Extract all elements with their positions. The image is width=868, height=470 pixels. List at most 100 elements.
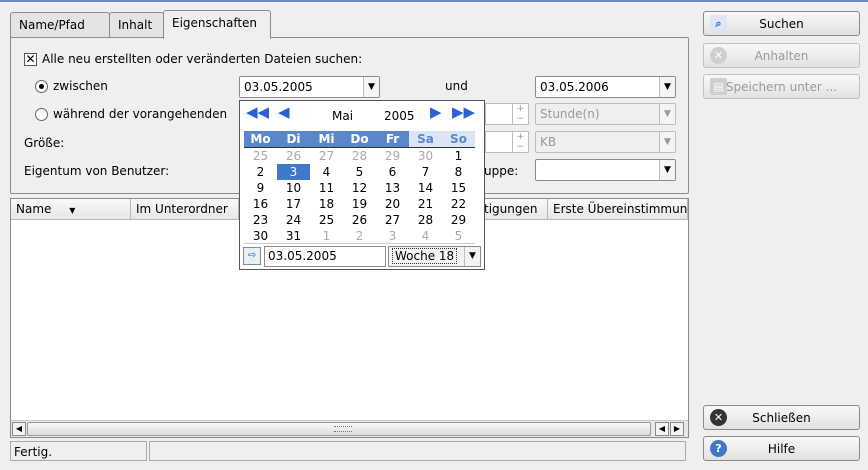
scrollbar-thumb[interactable]: [27, 422, 651, 436]
weekday-label: Mi: [318, 132, 335, 146]
calendar-day[interactable]: 4: [409, 228, 442, 244]
calendar-day[interactable]: 30: [244, 228, 277, 244]
spin-down-icon[interactable]: −: [513, 114, 528, 124]
date-picker-popup[interactable]: ◀◀ ◀ Mai 2005 ▶ ▶▶ Mo Di Mi Do Fr Sa So 25 26 27…: [239, 100, 485, 270]
spin-down-icon[interactable]: −: [513, 142, 528, 152]
next-year-icon[interactable]: ▶▶: [452, 103, 475, 121]
calendar-day[interactable]: 15: [442, 180, 475, 196]
size-unit-combo[interactable]: KB ▼: [535, 131, 676, 153]
calendar-day[interactable]: 27: [376, 212, 409, 228]
calendar-day[interactable]: 29: [376, 148, 409, 164]
scroll-left-icon[interactable]: ◀: [12, 422, 26, 436]
help-button[interactable]: ? Hilfe: [703, 436, 860, 461]
tab-properties[interactable]: Eigenschaften: [163, 10, 271, 39]
calendar-day[interactable]: 7: [409, 164, 442, 180]
calendar-day-selected[interactable]: 3: [277, 164, 310, 180]
calendar-day[interactable]: 5: [442, 228, 475, 244]
owner-group-combo[interactable]: ▼: [535, 159, 676, 181]
previous-month-icon[interactable]: ◀: [278, 103, 290, 121]
calendar-day[interactable]: 14: [409, 180, 442, 196]
calendar-month[interactable]: Mai: [332, 109, 353, 123]
to-date-combo[interactable]: 03.05.2006 ▼: [535, 76, 676, 98]
column-header-first-match[interactable]: Erste Übereinstimmung: [548, 199, 688, 220]
calendar-day[interactable]: 21: [409, 196, 442, 212]
calendar-day[interactable]: 20: [376, 196, 409, 212]
calendar-day[interactable]: 19: [343, 196, 376, 212]
calendar-day[interactable]: 11: [310, 180, 343, 196]
chevron-down-icon[interactable]: ▼: [659, 132, 675, 152]
calendar-day[interactable]: 16: [244, 196, 277, 212]
calendar-day[interactable]: 5: [343, 164, 376, 180]
week-selector[interactable]: Woche 18 ▼: [388, 246, 481, 267]
status-secondary: [149, 441, 686, 461]
calendar-day[interactable]: 1: [310, 228, 343, 244]
chevron-down-icon[interactable]: ▼: [659, 104, 675, 124]
calendar-day[interactable]: 29: [442, 212, 475, 228]
during-count-spinbox[interactable]: + −: [485, 103, 529, 125]
chevron-down-icon[interactable]: ▼: [464, 247, 480, 266]
all-files-label: Alle neu erstellten oder veränderten Dat…: [42, 52, 363, 66]
owner-user-label: Eigentum von Benutzer:: [24, 164, 170, 178]
calendar-day[interactable]: 28: [409, 212, 442, 228]
next-month-icon[interactable]: ▶: [430, 103, 442, 121]
tab-content[interactable]: Inhalt: [109, 12, 164, 38]
status-text: Fertig.: [10, 441, 147, 461]
calendar-day[interactable]: 24: [277, 212, 310, 228]
week-label: Woche 18: [392, 248, 458, 264]
calendar-day[interactable]: 2: [343, 228, 376, 244]
calendar-day[interactable]: 4: [310, 164, 343, 180]
weekday-label: Mo: [250, 132, 271, 146]
close-button[interactable]: ✕ Schließen: [703, 405, 860, 430]
calendar-day[interactable]: 30: [409, 148, 442, 164]
column-header-subfolder[interactable]: Im Unterordner: [131, 199, 239, 220]
calendar-day[interactable]: 3: [376, 228, 409, 244]
calendar-date-input[interactable]: 03.05.2005: [264, 246, 386, 267]
search-icon: ⌕: [710, 15, 727, 32]
sort-down-icon: ▼: [69, 206, 76, 215]
calendar-day[interactable]: 26: [277, 148, 310, 164]
calendar-day[interactable]: 6: [376, 164, 409, 180]
calendar-day[interactable]: 1: [442, 148, 475, 164]
calendar-day[interactable]: 17: [277, 196, 310, 212]
tab-name-path[interactable]: Name/Pfad: [10, 12, 110, 38]
calendar-day[interactable]: 26: [343, 212, 376, 228]
calendar-day[interactable]: 27: [310, 148, 343, 164]
calendar-day[interactable]: 25: [310, 212, 343, 228]
scroll-left-icon[interactable]: ◀: [655, 422, 669, 436]
spin-up-icon[interactable]: +: [513, 132, 528, 142]
column-header-name[interactable]: Name ▼: [11, 199, 131, 220]
chevron-down-icon[interactable]: ▼: [659, 77, 675, 97]
today-icon[interactable]: ⇨: [243, 247, 261, 265]
scroll-right-icon[interactable]: ▶: [670, 422, 684, 436]
calendar-day[interactable]: 10: [277, 180, 310, 196]
from-date-combo[interactable]: 03.05.2005 ▼: [239, 76, 380, 98]
search-button[interactable]: ⌕ Suchen: [703, 11, 860, 36]
chevron-down-icon[interactable]: ▼: [363, 77, 379, 97]
stop-button[interactable]: ✕ Anhalten: [703, 43, 860, 68]
calendar-day[interactable]: 12: [343, 180, 376, 196]
calendar-day[interactable]: 13: [376, 180, 409, 196]
close-icon: ✕: [710, 409, 727, 426]
during-radio[interactable]: [35, 108, 48, 121]
save-as-button[interactable]: ▤ Speichern unter ...: [703, 74, 860, 99]
calendar-day[interactable]: 8: [442, 164, 475, 180]
calendar-day[interactable]: 23: [244, 212, 277, 228]
and-label: und: [445, 79, 468, 93]
calendar-day[interactable]: 25: [244, 148, 277, 164]
calendar-year[interactable]: 2005: [384, 109, 415, 123]
chevron-down-icon[interactable]: ▼: [659, 160, 675, 180]
between-radio[interactable]: [35, 80, 48, 93]
all-files-checkbox[interactable]: ✕: [24, 53, 37, 66]
calendar-day[interactable]: 2: [244, 164, 277, 180]
calendar-day[interactable]: 31: [277, 228, 310, 244]
calendar-day[interactable]: 22: [442, 196, 475, 212]
time-unit-combo[interactable]: Stunde(n) ▼: [535, 103, 676, 125]
size-unit-value: KB: [540, 135, 557, 149]
previous-year-icon[interactable]: ◀◀: [246, 103, 269, 121]
calendar-day[interactable]: 18: [310, 196, 343, 212]
horizontal-scrollbar[interactable]: ◀ ◀ ▶: [11, 420, 688, 437]
calendar-day[interactable]: 9: [244, 180, 277, 196]
size-spinbox[interactable]: + −: [485, 131, 529, 153]
spin-up-icon[interactable]: +: [513, 104, 528, 114]
calendar-day[interactable]: 28: [343, 148, 376, 164]
